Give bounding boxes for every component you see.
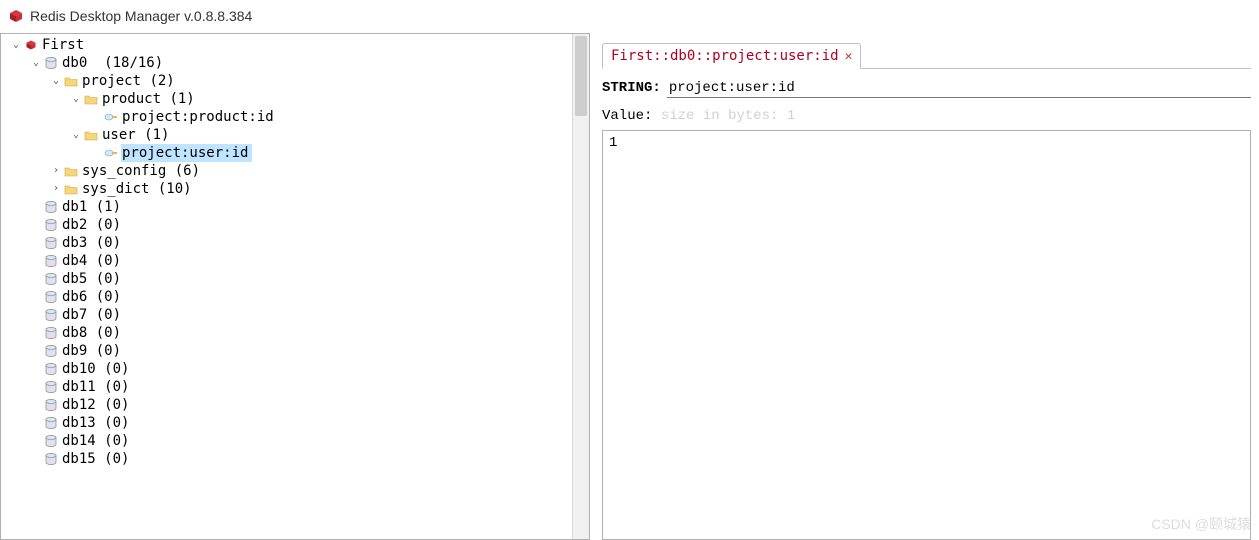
folder-icon — [83, 128, 99, 142]
tree-folder-sys-config[interactable]: › sys_config (6) — [1, 162, 589, 180]
tree-db[interactable]: db13 (0) — [1, 414, 589, 432]
value-text: 1 — [609, 135, 617, 151]
tree-label: db9 (0) — [61, 342, 125, 360]
database-icon — [43, 416, 59, 430]
tree-db[interactable]: db1 (1) — [1, 198, 589, 216]
tree-label: db11 (0) — [61, 378, 133, 396]
key-name-input[interactable] — [667, 79, 1251, 98]
tree-label: user (1) — [101, 126, 173, 144]
tree-label: db14 (0) — [61, 432, 133, 450]
tree-label: project (2) — [81, 72, 179, 90]
key-icon — [103, 110, 119, 124]
tree-label: db13 (0) — [61, 414, 133, 432]
tree-label: db15 (0) — [61, 450, 133, 468]
database-icon — [43, 272, 59, 286]
folder-icon — [63, 182, 79, 196]
database-icon — [43, 236, 59, 250]
database-icon — [43, 380, 59, 394]
tab-key[interactable]: First::db0::project:user:id ✕ — [602, 43, 861, 69]
tab-row: First::db0::project:user:id ✕ — [602, 43, 1251, 69]
chevron-down-icon[interactable]: ⌄ — [69, 90, 83, 108]
tree-db[interactable]: db6 (0) — [1, 288, 589, 306]
tree-db[interactable]: db15 (0) — [1, 450, 589, 468]
tree-key-user-id[interactable]: project:user:id — [1, 144, 589, 162]
tree-db[interactable]: db2 (0) — [1, 216, 589, 234]
tree-folder-product[interactable]: ⌄ product (1) — [1, 90, 589, 108]
tree-folder-user[interactable]: ⌄ user (1) — [1, 126, 589, 144]
tree-db[interactable]: db8 (0) — [1, 324, 589, 342]
tree-folder-project[interactable]: ⌄ project (2) — [1, 72, 589, 90]
tree-label: product (1) — [101, 90, 199, 108]
database-icon — [43, 254, 59, 268]
database-icon — [43, 344, 59, 358]
database-icon — [43, 362, 59, 376]
size-hint: size in bytes: 1 — [661, 108, 795, 124]
database-icon — [43, 218, 59, 232]
chevron-down-icon[interactable]: ⌄ — [29, 54, 43, 72]
tree-db[interactable]: db7 (0) — [1, 306, 589, 324]
tree-db[interactable]: db12 (0) — [1, 396, 589, 414]
database-icon — [43, 200, 59, 214]
tree-db[interactable]: db3 (0) — [1, 234, 589, 252]
scrollbar-thumb[interactable] — [575, 36, 587, 116]
tree-label: project:user:id — [121, 144, 252, 162]
database-icon — [43, 452, 59, 466]
tree-db[interactable]: db11 (0) — [1, 378, 589, 396]
redis-icon — [23, 38, 39, 52]
chevron-right-icon[interactable]: › — [49, 180, 63, 198]
scrollbar[interactable] — [572, 34, 589, 539]
tree-panel[interactable]: ⌄ First ⌄ db0 (18/16) ⌄ — [0, 33, 590, 540]
detail-panel: First::db0::project:user:id ✕ STRING: Va… — [590, 33, 1259, 540]
tree-label: db7 (0) — [61, 306, 125, 324]
chevron-down-icon[interactable]: ⌄ — [9, 36, 23, 54]
tab-title: First::db0::project:user:id — [611, 48, 839, 64]
database-icon — [43, 56, 59, 70]
folder-icon — [63, 74, 79, 88]
app-title: Redis Desktop Manager v.0.8.8.384 — [30, 8, 252, 24]
type-label: STRING: — [602, 80, 661, 96]
database-icon — [43, 434, 59, 448]
tree-label: db8 (0) — [61, 324, 125, 342]
tree-label: db0 (18/16) — [61, 54, 167, 72]
tree-label: db10 (0) — [61, 360, 133, 378]
tree-db0[interactable]: ⌄ db0 (18/16) — [1, 54, 589, 72]
database-icon — [43, 290, 59, 304]
database-icon — [43, 308, 59, 322]
tree-folder-sys-dict[interactable]: › sys_dict (10) — [1, 180, 589, 198]
tree-label: db2 (0) — [61, 216, 125, 234]
tree-db[interactable]: db14 (0) — [1, 432, 589, 450]
tree-label: First — [41, 36, 88, 54]
tree-db[interactable]: db4 (0) — [1, 252, 589, 270]
tree-label: db6 (0) — [61, 288, 125, 306]
tree-label: db1 (1) — [61, 198, 125, 216]
value-textarea[interactable]: 1 — [602, 130, 1251, 540]
tree-connection[interactable]: ⌄ First — [1, 36, 589, 54]
chevron-right-icon[interactable]: › — [49, 162, 63, 180]
tree-db[interactable]: db5 (0) — [1, 270, 589, 288]
tree-db[interactable]: db10 (0) — [1, 360, 589, 378]
folder-icon — [83, 92, 99, 106]
folder-icon — [63, 164, 79, 178]
tree-db[interactable]: db9 (0) — [1, 342, 589, 360]
tree-label: db4 (0) — [61, 252, 125, 270]
database-icon — [43, 326, 59, 340]
close-icon[interactable]: ✕ — [845, 49, 853, 64]
tree-label: sys_dict (10) — [81, 180, 196, 198]
app-icon — [8, 8, 24, 24]
tree-key-product-id[interactable]: project:product:id — [1, 108, 589, 126]
tree-label: db3 (0) — [61, 234, 125, 252]
title-bar: Redis Desktop Manager v.0.8.8.384 — [0, 0, 1259, 32]
key-icon — [103, 146, 119, 160]
tree-label: sys_config (6) — [81, 162, 204, 180]
chevron-down-icon[interactable]: ⌄ — [49, 72, 63, 90]
tree-label: project:product:id — [121, 108, 278, 126]
tree-label: db12 (0) — [61, 396, 133, 414]
chevron-down-icon[interactable]: ⌄ — [69, 126, 83, 144]
tree-label: db5 (0) — [61, 270, 125, 288]
database-icon — [43, 398, 59, 412]
value-label: Value: — [602, 108, 652, 124]
